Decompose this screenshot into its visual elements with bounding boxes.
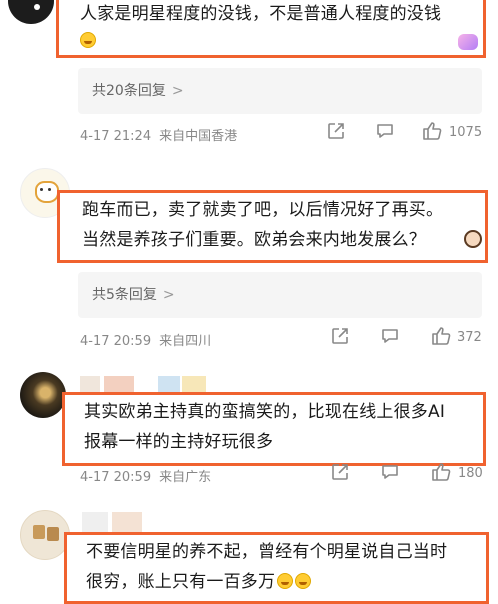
comment-text-line: 报幕一样的主持好玩很多 [84,432,274,452]
laughing-emoji-icon [80,32,96,48]
comment-1: 人家是明星程度的没钱，不是普通人程度的没钱 共20条回复 > 4-17 21:24… [0,0,498,144]
comment-text-line: 跑车而已，卖了就卖了吧，以后情况好了再买。 [82,200,444,220]
comment-icon[interactable] [380,326,400,346]
avatar[interactable] [20,372,66,418]
like-count: 1075 [449,125,483,140]
comment-text-line: 不要信明星的养不起，曾经有个明星说自己当时 [86,542,448,562]
username-bar [112,512,142,532]
laughing-emoji-icon [295,573,312,589]
thumbs-up-icon[interactable] [421,120,443,142]
comment-meta: 4-17 21:24 来自中国香港 [80,125,237,144]
chevron-right-icon: > [162,287,175,303]
comment-icon[interactable] [375,121,395,141]
like-count: 372 [457,330,482,345]
share-icon[interactable] [330,326,350,346]
comment-text-line: 很穷，账上只有一百多万 [86,568,312,597]
comment-text-line-2: 很穷，账上只有一百多万 [86,572,276,592]
avatar[interactable] [8,0,54,24]
comment-text-line: 当然是养孩子们重要。欧弟会来内地发展么？ [82,230,426,250]
comment-meta: 4-17 20:59 来自广东 [80,466,211,485]
share-icon[interactable] [330,462,350,482]
comment-location: 来自广东 [159,470,212,485]
thumbs-up-icon[interactable] [430,325,452,347]
thumbs-up-icon[interactable] [430,461,452,483]
share-icon[interactable] [326,121,346,141]
comment-location: 来自中国香港 [159,129,238,144]
girl-emoji-icon [464,230,482,248]
comment-icon[interactable] [380,462,400,482]
comment-time: 4-17 20:59 [80,470,152,485]
sticker-icon [458,34,478,50]
username-bar [82,512,108,532]
replies-link[interactable]: 共20条回复 > [78,68,482,114]
comment-text-line: 人家是明星程度的没钱，不是普通人程度的没钱 [80,4,442,24]
comment-time: 4-17 20:59 [80,334,152,349]
comment-time: 4-17 21:24 [80,129,152,144]
comment-location: 来自四川 [159,334,212,349]
chevron-right-icon: > [171,83,184,99]
replies-count: 共5条回复 [92,287,157,303]
replies-count: 共20条回复 [92,83,166,99]
avatar[interactable] [20,510,70,560]
laughing-emoji-icon [277,573,294,589]
replies-link[interactable]: 共5条回复 > [78,272,482,318]
like-count: 180 [458,466,483,481]
comment-text-line: 其实欧弟主持真的蛮搞笑的，比现在线上很多AI [84,402,446,422]
comment-meta: 4-17 20:59 来自四川 [80,330,211,349]
